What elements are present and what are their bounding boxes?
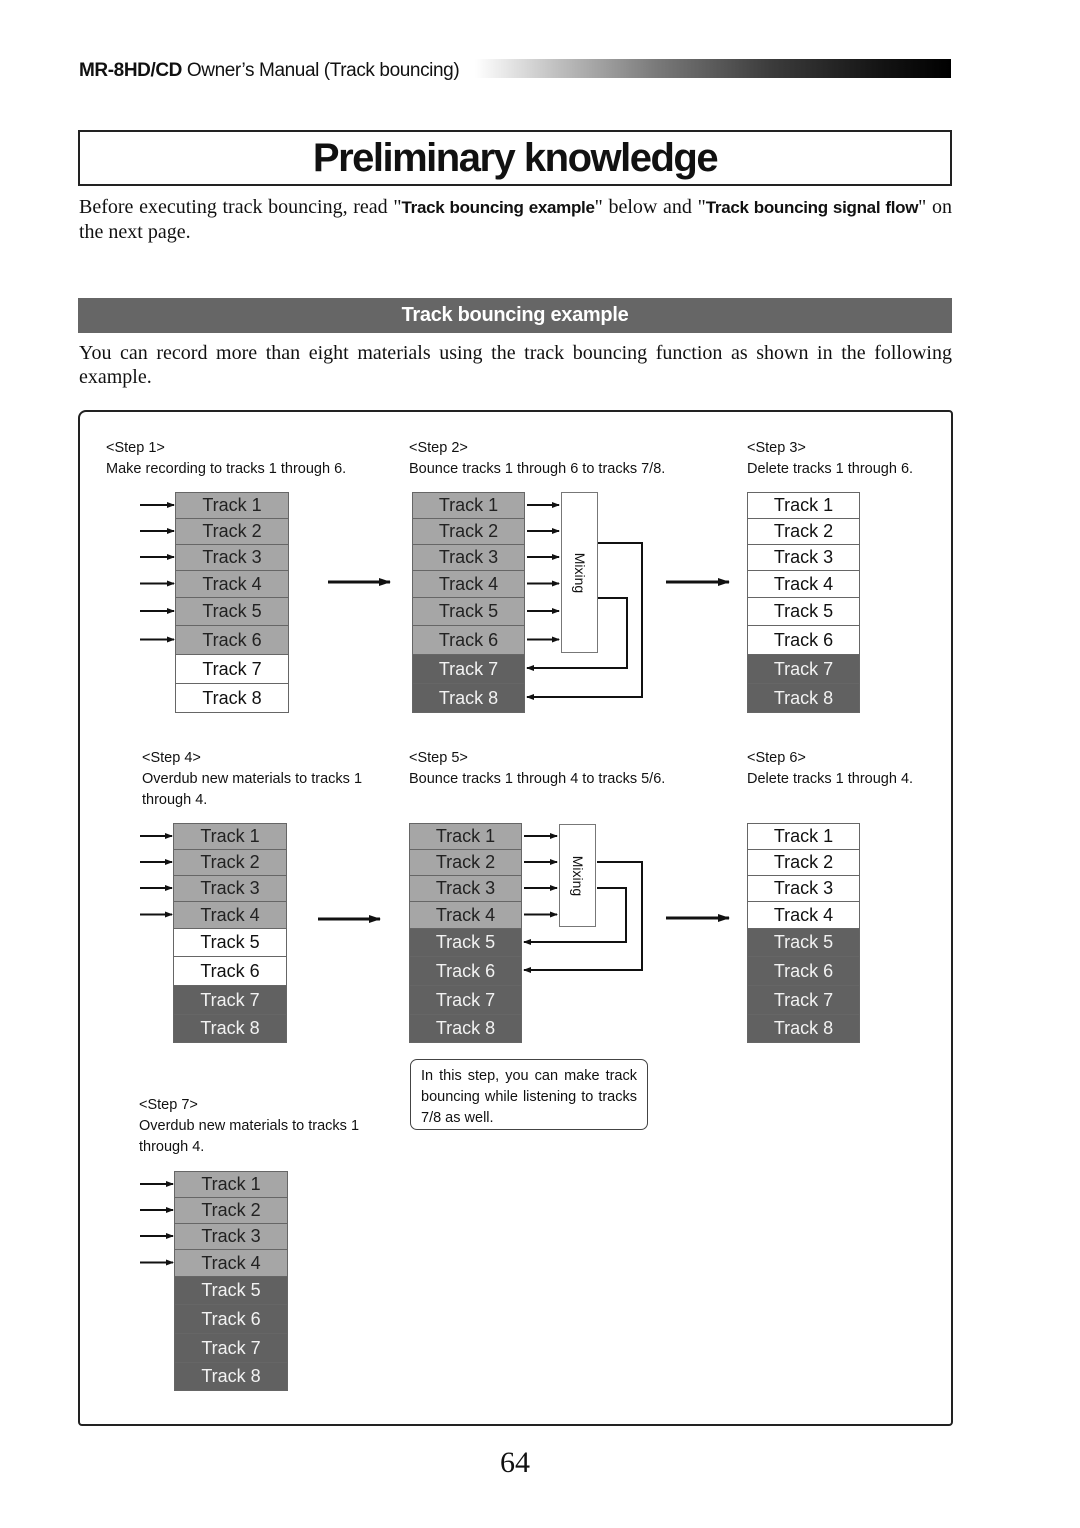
note-callout: In this step, you can make track bouncin… (410, 1059, 648, 1130)
mix-output-arrow-icon (526, 597, 628, 671)
diagram-arrows (140, 502, 730, 1266)
mix-output-arrow-icon (523, 861, 643, 973)
page-number: 64 (500, 1446, 530, 1479)
mix-output-arrow-icon (526, 542, 643, 700)
